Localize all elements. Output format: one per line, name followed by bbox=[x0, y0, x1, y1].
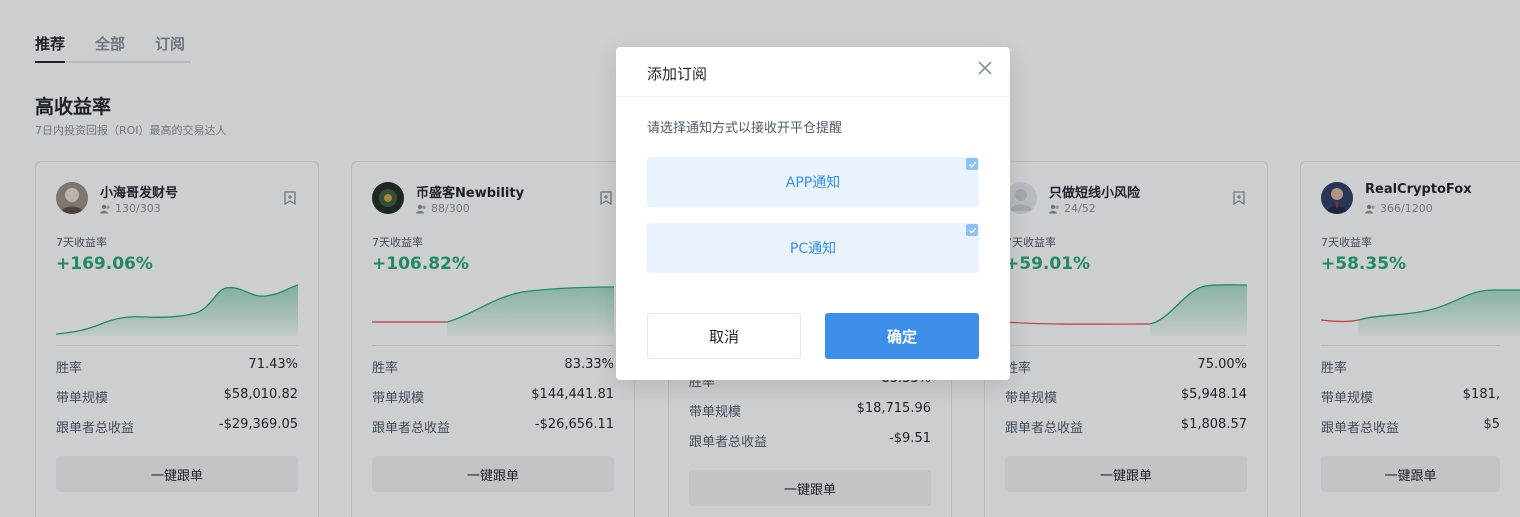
add-subscription-dialog: 添加订阅 请选择通知方式以接收开平仓提醒 APP通知 PC通知 取消 确定 bbox=[616, 47, 1010, 380]
close-icon[interactable] bbox=[976, 59, 994, 77]
option-pc-notification[interactable]: PC通知 bbox=[647, 223, 979, 273]
divider bbox=[616, 96, 1010, 97]
confirm-button[interactable]: 确定 bbox=[825, 313, 979, 359]
dialog-hint: 请选择通知方式以接收开平仓提醒 bbox=[647, 121, 843, 136]
dialog-title: 添加订阅 bbox=[647, 65, 708, 83]
cancel-button[interactable]: 取消 bbox=[647, 313, 801, 359]
checkbox-checked-icon[interactable] bbox=[966, 224, 978, 236]
option-label: PC通知 bbox=[789, 241, 837, 257]
checkbox-checked-icon[interactable] bbox=[966, 158, 978, 170]
option-label: APP通知 bbox=[785, 175, 841, 191]
copy-trading-page: 推荐 全部 订阅 高收益率 7日内投资回报（ROI）最高的交易达人 小海哥发财号… bbox=[0, 0, 1520, 517]
option-app-notification[interactable]: APP通知 bbox=[647, 157, 979, 207]
